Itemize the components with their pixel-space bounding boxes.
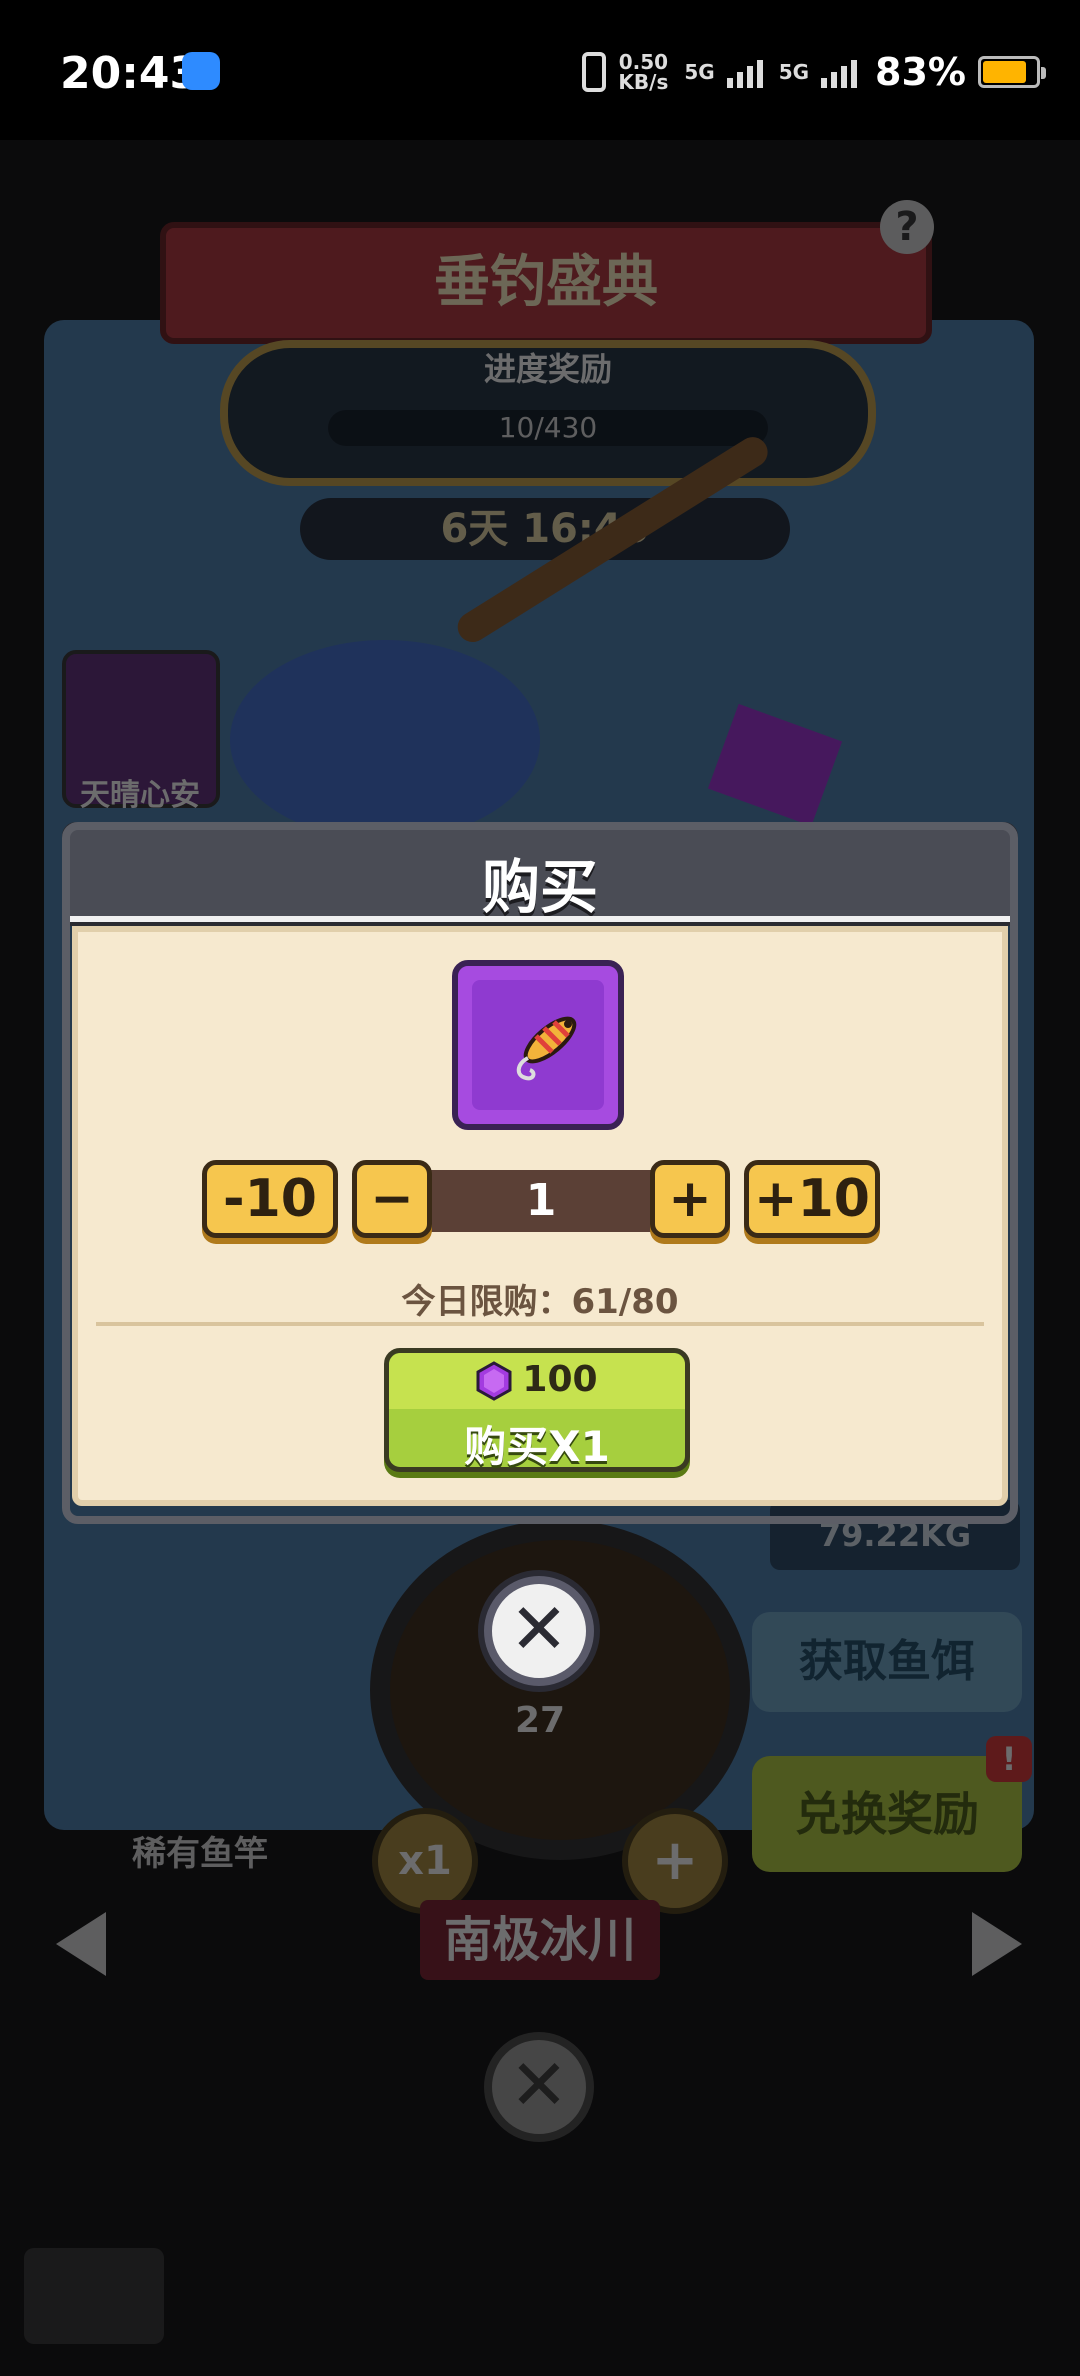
player-name: 天晴心安 — [80, 778, 200, 813]
exchange-reward-button: 兑换奖励 — [752, 1756, 1022, 1872]
close-dialog-button[interactable]: ✕ — [484, 1576, 594, 1686]
event-title: 垂钓盛典 — [434, 250, 658, 315]
rod-label: 稀有鱼竿 — [132, 1834, 268, 1874]
progress-reward-panel: 进度奖励 10/430 — [220, 340, 876, 486]
back-arrow-icon — [24, 2248, 164, 2344]
progress-title: 进度奖励 — [483, 350, 612, 388]
help-icon: ? — [880, 200, 934, 254]
fishing-lure-icon — [516, 1016, 577, 1081]
dialog-title: 购买 — [481, 853, 598, 921]
add-bait-button: + — [622, 1808, 728, 1914]
plus-10-button[interactable]: +10 — [744, 1160, 880, 1238]
quantity-field[interactable]: 1 — [424, 1170, 658, 1232]
item-tile — [452, 960, 624, 1130]
get-bait-button: 获取鱼饵 — [752, 1612, 1022, 1712]
minus-10-button[interactable]: -10 — [202, 1160, 338, 1238]
event-title-banner: 垂钓盛典 — [160, 222, 932, 344]
close-event-button: ✕ — [484, 2032, 594, 2142]
purple-gem-icon — [476, 1361, 512, 1401]
purchase-dialog: 购买 1 -10 − + +10 今日限购：61/80 100 购买X1 — [62, 822, 1018, 1524]
plus-button[interactable]: + — [650, 1160, 730, 1238]
event-timer: 6天 16:40 — [300, 498, 790, 560]
minus-button[interactable]: − — [352, 1160, 432, 1238]
dialog-header: 购买 — [62, 822, 1018, 926]
fish-illustration — [230, 640, 540, 840]
quantity-stepper: 1 -10 − + +10 — [202, 1160, 882, 1240]
next-location-arrow-icon — [972, 1912, 1022, 1976]
notification-badge: ! — [986, 1736, 1032, 1782]
daily-limit-text: 今日限购：61/80 — [401, 1282, 679, 1322]
buy-button[interactable]: 100 购买X1 — [384, 1348, 690, 1472]
location-label: 南极冰川 — [420, 1900, 660, 1980]
prev-location-arrow-icon — [56, 1912, 106, 1976]
buy-label: 购买X1 — [464, 1422, 610, 1471]
close-icon: ✕ — [509, 2044, 569, 2126]
divider — [96, 1322, 984, 1326]
buy-price: 100 — [389, 1359, 685, 1401]
progress-bar: 10/430 — [328, 410, 768, 446]
bait-count: 27 — [514, 1700, 566, 1741]
price-value: 100 — [522, 1359, 598, 1400]
multiplier-button: x1 — [372, 1808, 478, 1914]
close-icon: ✕ — [509, 1588, 569, 1670]
